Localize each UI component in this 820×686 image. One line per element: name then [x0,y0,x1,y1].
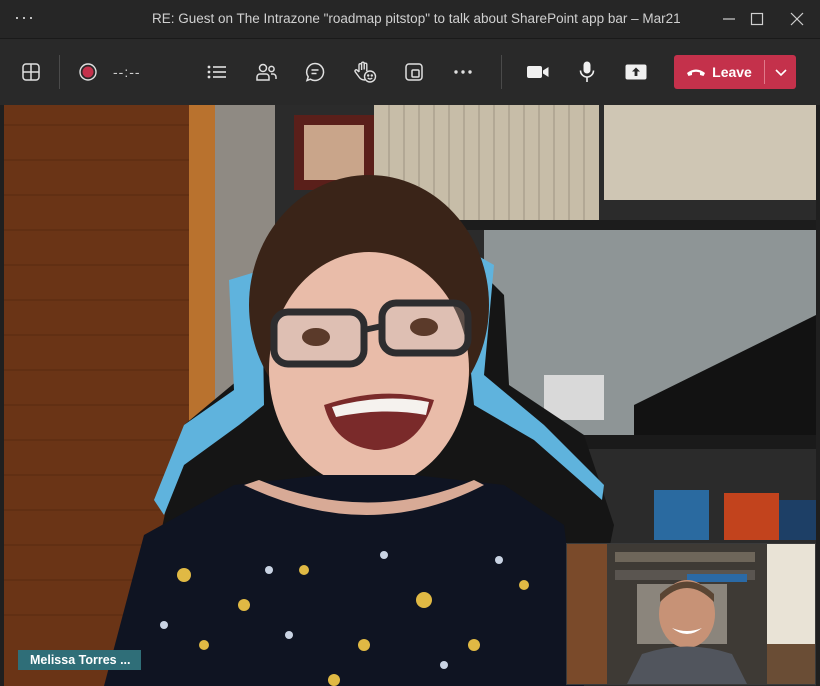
chevron-down-icon[interactable] [765,55,796,89]
leave-label: Leave [712,64,752,80]
window-title: RE: Guest on The Intrazone "roadmap pits… [152,11,681,26]
people-icon[interactable] [251,57,281,87]
microphone-icon[interactable] [572,57,602,87]
self-view-image [567,544,815,684]
pop-out-icon[interactable] [399,57,429,87]
minimize-icon[interactable] [714,6,744,32]
meeting-toolbar: --:-- Leave [0,38,820,105]
title-bar: ··· RE: Guest on The Intrazone "roadmap … [0,0,820,38]
raise-hand-icon[interactable] [350,57,380,87]
grid-view-icon[interactable] [16,57,46,87]
main-video-feed: Melissa Torres ... [4,105,816,686]
toolbar-divider [501,55,502,89]
record-icon[interactable] [73,57,103,87]
toolbar-divider [59,55,60,89]
camera-icon[interactable] [523,57,553,87]
participant-list-icon[interactable] [202,57,232,87]
more-actions-icon[interactable] [448,57,478,87]
more-horizontal-icon[interactable]: ··· [14,7,35,28]
participant-name-badge: Melissa Torres ... [18,650,141,670]
leave-button[interactable]: Leave [674,55,796,89]
record-timer: --:-- [113,64,141,80]
maximize-icon[interactable] [742,6,772,32]
self-view-video[interactable] [566,543,816,685]
close-icon[interactable] [782,6,812,32]
chat-icon[interactable] [300,57,330,87]
share-screen-icon[interactable] [621,57,651,87]
hang-up-icon [687,69,706,76]
leave-main-button[interactable]: Leave [674,55,764,89]
